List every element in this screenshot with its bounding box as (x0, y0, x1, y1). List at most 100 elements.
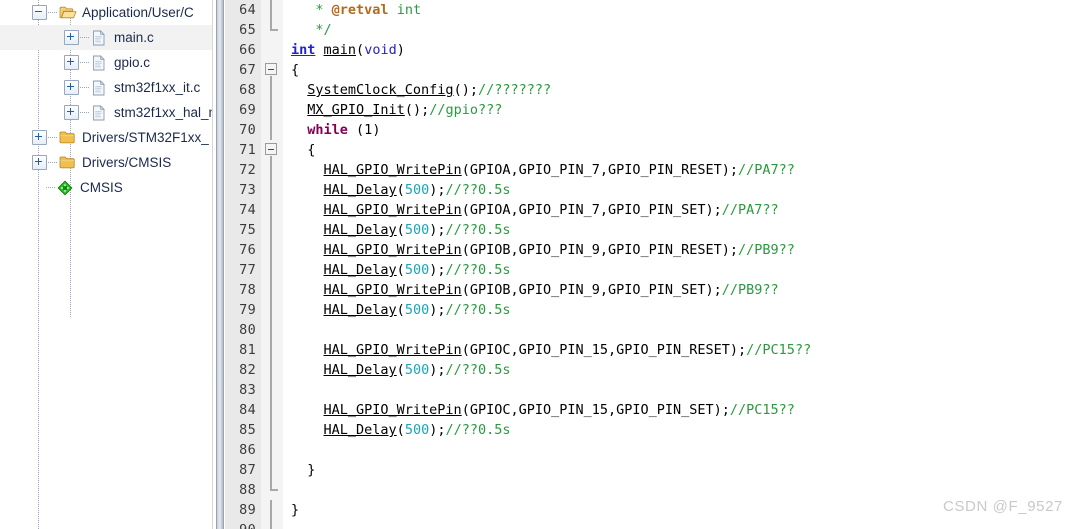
code-token: ); (429, 222, 446, 238)
code-line[interactable]: HAL_Delay(500);//??0.5s (291, 260, 1077, 280)
code-line[interactable] (291, 480, 1077, 500)
code-token: (); (453, 82, 478, 98)
code-line[interactable]: while (1) (291, 120, 1077, 140)
editor-area[interactable]: 64 65 66 67 68 69 70 71 72 73 74 75 76 77 78 79 80 81 82 83… (225, 0, 1077, 529)
code-token: //PC15?? (746, 342, 812, 358)
collapse-icon[interactable] (265, 63, 277, 75)
code-line[interactable] (291, 520, 1077, 529)
code-token: * (315, 2, 332, 18)
code-line[interactable] (291, 380, 1077, 400)
code-folding-margin[interactable] (261, 0, 283, 529)
code-line[interactable] (291, 320, 1077, 340)
code-token: //PC15?? (729, 402, 795, 418)
code-line[interactable]: HAL_Delay(500);//??0.5s (291, 420, 1077, 440)
fold-line (270, 520, 272, 529)
code-token: while (307, 122, 348, 138)
tree-expander-spacer (32, 175, 46, 200)
code-line[interactable]: * @retval int (291, 0, 1077, 20)
collapse-icon[interactable] (32, 5, 47, 20)
fold-line (270, 180, 272, 200)
line-number: 78 (239, 282, 256, 298)
expand-icon[interactable] (64, 55, 79, 70)
code-token: ( (347, 122, 365, 138)
code-token: ); (429, 182, 446, 198)
tree-item-gpio-c[interactable]: gpio.c (0, 50, 212, 75)
pane-divider[interactable] (213, 0, 225, 529)
tree-item-cmsis[interactable]: CMSIS (0, 175, 212, 200)
line-number: 83 (239, 382, 256, 398)
tree-connector (46, 187, 55, 188)
code-token: } (291, 502, 300, 518)
tree-item-main-c[interactable]: main.c (0, 25, 212, 50)
line-number: 86 (239, 442, 256, 458)
source-code[interactable]: * @retval int */ int main(void) { SystemCl… (283, 0, 1077, 529)
collapse-icon[interactable] (265, 143, 277, 155)
code-line[interactable]: int main(void) (291, 40, 1077, 60)
code-token: */ (315, 22, 332, 38)
code-line[interactable]: HAL_GPIO_WritePin(GPIOB,GPIO_PIN_9,GPIO_… (291, 240, 1077, 260)
code-token: HAL_GPIO_WritePin (323, 162, 462, 178)
line-number: 73 (239, 182, 256, 198)
code-line[interactable] (291, 440, 1077, 460)
code-token: HAL_GPIO_WritePin (323, 242, 462, 258)
code-line[interactable]: HAL_GPIO_WritePin(GPIOC,GPIO_PIN_15,GPIO… (291, 400, 1077, 420)
tree-item-label: Drivers/CMSIS (82, 155, 172, 170)
code-line[interactable]: HAL_Delay(500);//??0.5s (291, 300, 1077, 320)
fold-marker (261, 380, 283, 400)
tree-item-stm32f1xx-hal-m[interactable]: stm32f1xx_hal_m (0, 100, 212, 125)
vertical-scrollbar[interactable] (216, 0, 224, 529)
code-token: 500 (404, 262, 430, 278)
tree-item-stm32f1xx-it-c[interactable]: stm32f1xx_it.c (0, 75, 212, 100)
fold-marker (261, 120, 283, 140)
fold-marker (261, 500, 283, 520)
code-token: //??0.5s (445, 362, 511, 378)
line-number: 88 (239, 482, 256, 498)
code-line[interactable]: */ (291, 20, 1077, 40)
tree-item-drivers-cmsis[interactable]: Drivers/CMSIS (0, 150, 212, 175)
code-token: HAL_GPIO_WritePin (323, 282, 462, 298)
expand-icon[interactable] (64, 30, 79, 45)
code-line[interactable]: { (291, 140, 1077, 160)
code-line[interactable]: MX_GPIO_Init();//gpio??? (291, 100, 1077, 120)
tree-item-label: Application/User/C (82, 5, 194, 20)
folder-closed-icon (59, 130, 77, 146)
line-number: 77 (239, 262, 256, 278)
code-token: { (291, 142, 316, 158)
line-number: 90 (225, 520, 261, 529)
fold-line (270, 420, 272, 440)
line-number: 74 (239, 202, 256, 218)
line-number: 69 (239, 102, 256, 118)
tree-item-drivers-stm32f1xx[interactable]: Drivers/STM32F1xx_ (0, 125, 212, 150)
code-token: { (291, 62, 300, 78)
code-line[interactable]: HAL_GPIO_WritePin(GPIOB,GPIO_PIN_9,GPIO_… (291, 280, 1077, 300)
cmsis-diamond-icon (57, 180, 75, 196)
line-number: 76 (239, 242, 256, 258)
expand-icon[interactable] (32, 155, 47, 170)
code-line[interactable]: HAL_GPIO_WritePin(GPIOA,GPIO_PIN_7,GPIO_… (291, 200, 1077, 220)
code-token: ( (396, 182, 405, 198)
expand-icon[interactable] (64, 105, 79, 120)
expand-icon[interactable] (64, 80, 79, 95)
code-line[interactable]: { (291, 60, 1077, 80)
code-token: (GPIOA,GPIO_PIN_7,GPIO_PIN_RESET); (461, 162, 739, 178)
code-line[interactable]: SystemClock_Config();//??????? (291, 80, 1077, 100)
tree-item-label: stm32f1xx_it.c (114, 80, 201, 95)
code-line[interactable]: HAL_Delay(500);//??0.5s (291, 360, 1077, 380)
project-explorer-tree[interactable]: Application/User/C main.c gpio.c stm32f1xx_… (0, 0, 213, 529)
fold-marker[interactable] (261, 140, 283, 160)
tree-item-application-user-c[interactable]: Application/User/C (0, 0, 212, 25)
code-line[interactable]: HAL_Delay(500);//??0.5s (291, 220, 1077, 240)
code-line[interactable]: HAL_GPIO_WritePin(GPIOC,GPIO_PIN_15,GPIO… (291, 340, 1077, 360)
code-line[interactable]: HAL_Delay(500);//??0.5s (291, 180, 1077, 200)
fold-marker[interactable] (261, 60, 283, 80)
code-line[interactable]: } (291, 460, 1077, 480)
code-line[interactable]: HAL_GPIO_WritePin(GPIOA,GPIO_PIN_7,GPIO_… (291, 160, 1077, 180)
expand-icon[interactable] (32, 130, 47, 145)
tree-connector (80, 62, 89, 63)
